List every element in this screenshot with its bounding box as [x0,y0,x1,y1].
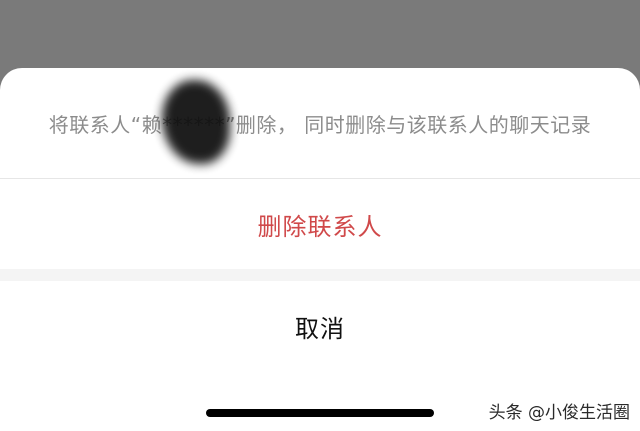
watermark: 头条 @小俊生活圈 [488,403,630,423]
delete-contact-label: 删除联系人 [257,212,383,241]
screen: 将联系人“赖******”删除， 同时删除与该联系人的聊天记录 删除联系人 取消… [0,0,640,431]
action-sheet-prompt: 将联系人“赖******”删除， 同时删除与该联系人的聊天记录 [0,68,640,178]
delete-contact-button[interactable]: 删除联系人 [0,179,640,269]
home-indicator[interactable] [206,409,434,417]
cancel-button[interactable]: 取消 [0,281,640,371]
section-gap [0,269,640,281]
action-sheet: 将联系人“赖******”删除， 同时删除与该联系人的聊天记录 删除联系人 取消 [0,68,640,431]
prompt-text: 将联系人“赖******”删除， 同时删除与该联系人的聊天记录 [48,112,592,137]
cancel-label: 取消 [295,314,345,343]
